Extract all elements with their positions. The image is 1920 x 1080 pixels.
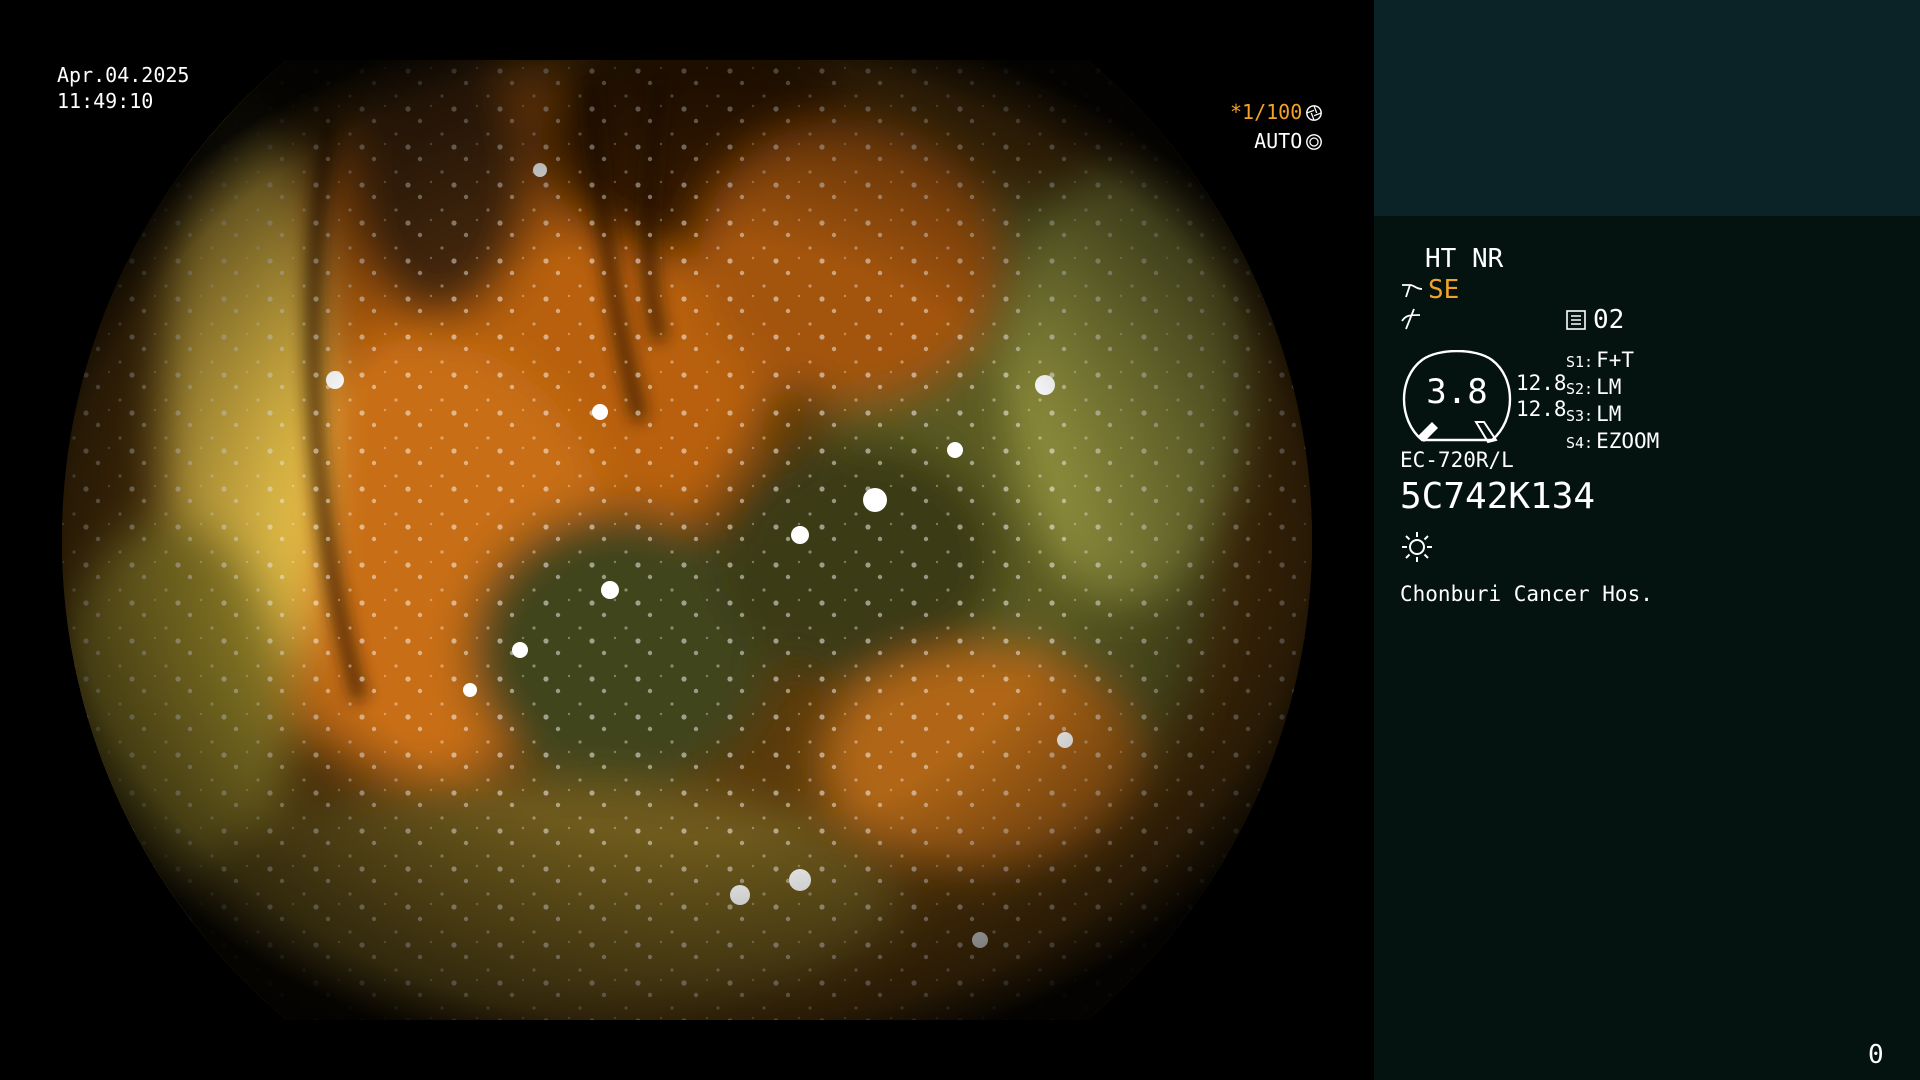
endoscope-view: Apr.04.2025 11:49:10 *1/100 AUTO: [0, 0, 1374, 1080]
endoscopic-image: [62, 60, 1312, 1020]
memory-value: 02: [1593, 305, 1625, 335]
date-text: Apr.04.2025: [57, 63, 190, 87]
memory-slot: 02: [1565, 305, 1624, 335]
scope-model: EC-720R/L: [1400, 448, 1514, 472]
aperture-icon: [1306, 104, 1323, 121]
iris-mode: AUTO: [1254, 129, 1303, 153]
preset-s3: S3: LM: [1566, 402, 1622, 426]
readout-value-2: 12.8: [1516, 397, 1567, 421]
time-text: 11:49:10: [57, 89, 154, 113]
preset-s2: S2: LM: [1566, 375, 1622, 399]
readout-values: 12.8 12.8: [1516, 370, 1567, 422]
white-balance: [1400, 307, 1422, 337]
shutter-speed: *1/100: [1230, 100, 1303, 124]
white-balance-icon: [1401, 308, 1421, 330]
switch-presets: S1: F+T S2: LM S3: LM S4: EZOOM: [1566, 348, 1659, 456]
readout-value-1: 12.8: [1516, 371, 1567, 395]
scope-serial: 5C742K134: [1400, 476, 1596, 517]
panel-header: [1374, 0, 1920, 216]
sun-icon: [1402, 532, 1432, 562]
image-counter: 0: [1868, 1040, 1884, 1070]
exposure-info: *1/100 AUTO: [1230, 98, 1323, 156]
gauge-value: 3.8: [1426, 372, 1488, 412]
datetime: Apr.04.2025 11:49:10: [57, 62, 189, 114]
iris-icon: [1306, 133, 1323, 150]
ht-nr-label: HT NR: [1425, 244, 1504, 274]
info-panel: [1374, 216, 1920, 1080]
structure-enhance: SE: [1400, 275, 1459, 305]
preset-s1: S1: F+T: [1566, 348, 1635, 372]
structure-enhance-icon: [1402, 284, 1423, 298]
hospital-name: Chonburi Cancer Hos.: [1400, 582, 1653, 606]
preset-s4: S4: EZOOM: [1566, 429, 1660, 453]
memo-icon: [1566, 310, 1586, 330]
se-value: SE: [1428, 275, 1460, 305]
